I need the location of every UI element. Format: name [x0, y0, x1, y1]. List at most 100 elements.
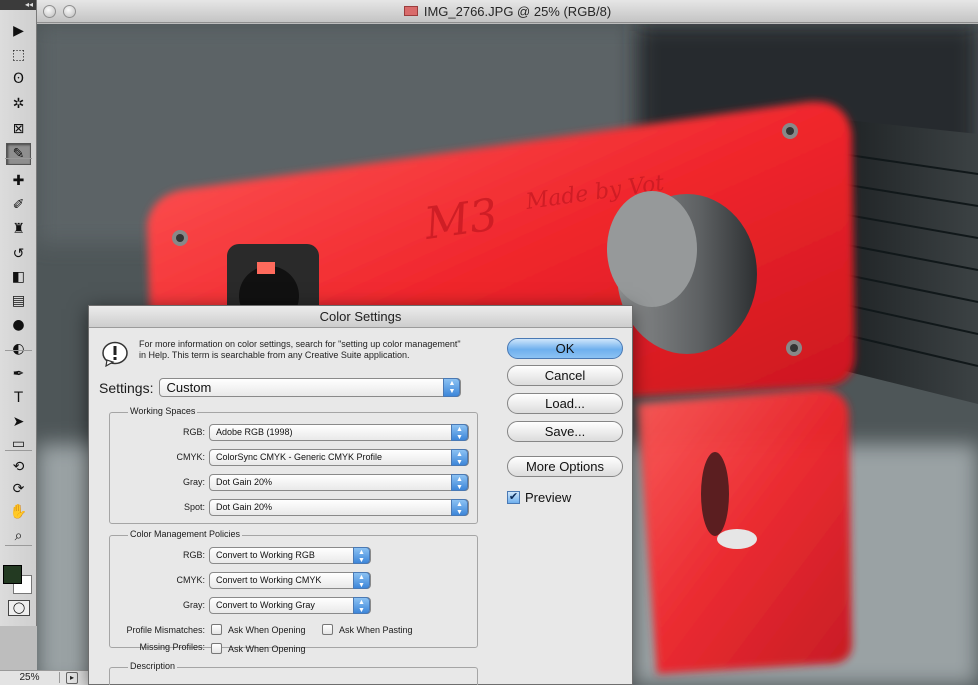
- select-arrows-icon: ▲ ▼: [353, 597, 370, 614]
- zoom-level[interactable]: 25%: [0, 672, 60, 683]
- settings-label: Settings:: [99, 379, 154, 396]
- history-brush-tool[interactable]: ↺: [6, 243, 31, 265]
- more-options-button[interactable]: More Options: [507, 456, 623, 477]
- mismatch-ask-opening-label: Ask When Opening: [228, 624, 306, 635]
- file-icon: [403, 6, 418, 16]
- missing-ask-opening-checkbox[interactable]: Ask When Opening: [211, 643, 306, 654]
- settings-row: Settings: Custom ▲ ▼: [99, 378, 462, 397]
- svg-text:M3: M3: [420, 189, 500, 250]
- move-tool[interactable]: ▶: [6, 20, 31, 42]
- eraser-tool[interactable]: ◧: [6, 266, 31, 288]
- select-arrows-icon: ▲ ▼: [451, 499, 468, 516]
- policy-gray-select[interactable]: Convert to Working Gray ▲ ▼: [209, 597, 371, 614]
- mismatch-ask-pasting-checkbox[interactable]: Ask When Pasting: [322, 624, 413, 635]
- ws-cmyk-select[interactable]: ColorSync CMYK - Generic CMYK Profile ▲ ▼: [209, 449, 469, 466]
- ws-cmyk-label: CMYK:: [176, 452, 205, 462]
- ws-gray-label: Gray:: [182, 477, 205, 487]
- ws-spot-select[interactable]: Dot Gain 20% ▲ ▼: [209, 499, 469, 516]
- working-spaces-title: Working Spaces: [128, 406, 198, 416]
- mismatch-ask-pasting-label: Ask When Pasting: [339, 624, 413, 635]
- checkbox-box[interactable]: [211, 643, 222, 654]
- document-title: IMG_2766.JPG @ 25% (RGB/8): [423, 3, 612, 19]
- gradient-tool[interactable]: ▤: [6, 290, 31, 312]
- checkbox-box[interactable]: [322, 624, 333, 635]
- policy-cmyk-select[interactable]: Convert to Working CMYK ▲ ▼: [209, 572, 371, 589]
- settings-select-value: Custom: [166, 380, 212, 395]
- settings-select[interactable]: Custom ▲ ▼: [159, 378, 462, 397]
- blur-tool[interactable]: ●: [6, 314, 31, 336]
- select-arrows-icon: ▲ ▼: [353, 572, 370, 589]
- lasso-tool[interactable]: ʘ: [6, 68, 31, 90]
- tools-separator: [5, 350, 32, 351]
- zoom-tool[interactable]: ⌕: [6, 525, 31, 547]
- healing-brush-tool[interactable]: ✚: [6, 170, 31, 192]
- save-button[interactable]: Save...: [507, 421, 623, 442]
- policy-cmyk-value: Convert to Working CMYK: [216, 575, 322, 585]
- ws-spot-value: Dot Gain 20%: [216, 502, 273, 512]
- eyedropper-tool[interactable]: ✎: [6, 143, 31, 165]
- select-arrows-icon: ▲ ▼: [451, 449, 468, 466]
- marquee-tool[interactable]: ⬚: [6, 44, 31, 66]
- tools-separator: [5, 545, 32, 546]
- status-bar: 25% ▸: [0, 670, 90, 685]
- missing-ask-opening-label: Ask When Opening: [228, 643, 306, 654]
- tools-separator: [5, 158, 32, 159]
- policy-rgb-label: RGB:: [182, 550, 205, 560]
- clone-stamp-tool[interactable]: ♜: [6, 218, 31, 240]
- type-tool[interactable]: T: [6, 387, 31, 409]
- path-selection-tool[interactable]: ➤: [6, 411, 31, 433]
- ws-gray-value: Dot Gain 20%: [216, 477, 273, 487]
- brush-tool[interactable]: ✐: [6, 194, 31, 216]
- dialog-title: Color Settings: [89, 306, 632, 328]
- preview-checkbox[interactable]: ✔ Preview: [507, 490, 571, 505]
- pen-tool[interactable]: ✒: [6, 363, 31, 385]
- dodge-tool[interactable]: ◐: [6, 338, 31, 360]
- profile-mismatches-label: Profile Mismatches:: [126, 625, 205, 635]
- alert-icon: [102, 341, 128, 367]
- crop-tool[interactable]: ⊠: [6, 118, 31, 140]
- load-button[interactable]: Load...: [507, 393, 623, 414]
- ws-spot-label: Spot:: [183, 502, 205, 512]
- color-management-policies-group: Color Management Policies RGB: Convert t…: [109, 529, 478, 654]
- info-message: For more information on color settings, …: [139, 339, 461, 360]
- working-spaces-group: Working Spaces RGB: Adobe RGB (1998) ▲ ▼ …: [109, 406, 478, 524]
- policy-rgb-value: Convert to Working RGB: [216, 550, 315, 560]
- preview-label: Preview: [525, 490, 572, 505]
- select-arrows-icon: ▲ ▼: [443, 378, 461, 397]
- tools-separator: [5, 450, 32, 451]
- status-info-icon[interactable]: ▸: [66, 672, 78, 684]
- cancel-button[interactable]: Cancel: [507, 365, 623, 386]
- ws-rgb-label: RGB:: [182, 427, 205, 437]
- ws-rgb-value: Adobe RGB (1998): [216, 427, 293, 437]
- document-titlebar: IMG_2766.JPG @ 25% (RGB/8): [37, 0, 978, 23]
- policy-gray-value: Convert to Working Gray: [216, 600, 315, 610]
- color-settings-dialog: Color Settings For more information on c…: [88, 305, 633, 685]
- policies-title: Color Management Policies: [128, 529, 243, 539]
- tools-panel: ◂◂ ▶ ⬚ ʘ ✲ ⊠ ✎ ✚ ✐ ♜ ↺ ◧ ▤ ● ◐ ✒ T ➤ ▭ ⟲ ⟳ ✋ ⌕ ◯: [0, 0, 37, 626]
- select-arrows-icon: ▲ ▼: [353, 547, 370, 564]
- ok-button[interactable]: OK: [507, 338, 623, 359]
- tools-panel-grip[interactable]: ◂◂: [0, 0, 36, 10]
- ws-gray-select[interactable]: Dot Gain 20% ▲ ▼: [209, 474, 469, 491]
- minimize-window-button[interactable]: [63, 5, 76, 18]
- hand-tool[interactable]: ✋: [6, 501, 31, 523]
- mismatch-ask-opening-checkbox[interactable]: Ask When Opening: [211, 624, 306, 635]
- quick-mask-button[interactable]: ◯: [8, 600, 30, 616]
- 3d-rotate-tool[interactable]: ⟲: [6, 456, 31, 478]
- select-arrows-icon: ▲ ▼: [451, 474, 468, 491]
- preview-check-icon[interactable]: ✔: [507, 491, 520, 504]
- close-window-button[interactable]: [43, 5, 56, 18]
- ws-rgb-select[interactable]: Adobe RGB (1998) ▲ ▼: [209, 424, 469, 441]
- checkbox-box[interactable]: [211, 624, 222, 635]
- 3d-orbit-tool[interactable]: ⟳: [6, 478, 31, 500]
- policy-cmyk-label: CMYK:: [176, 575, 205, 585]
- select-arrows-icon: ▲ ▼: [451, 424, 468, 441]
- foreground-color-swatch[interactable]: [3, 565, 22, 584]
- policy-gray-label: Gray:: [182, 600, 205, 610]
- missing-profiles-label: Missing Profiles:: [139, 642, 205, 652]
- shape-tool[interactable]: ▭: [6, 433, 31, 455]
- policy-rgb-select[interactable]: Convert to Working RGB ▲ ▼: [209, 547, 371, 564]
- magic-wand-tool[interactable]: ✲: [6, 93, 31, 115]
- description-title: Description: [128, 661, 178, 671]
- description-group: Description: [109, 661, 478, 685]
